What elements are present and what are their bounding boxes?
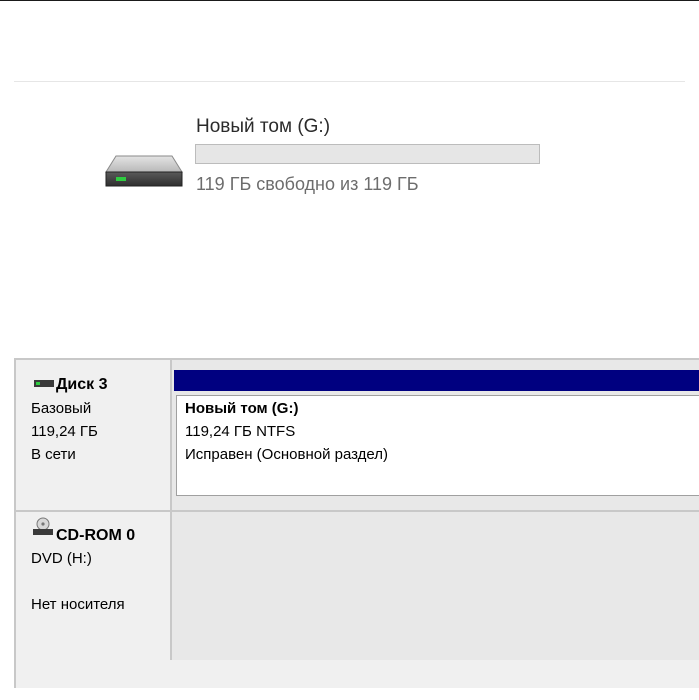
window-top-border [0,0,699,1]
cdrom-label[interactable]: CD-ROM 0 DVD (H:) Нет носителя [16,512,172,660]
disk3-status: В сети [31,446,76,463]
partition-details: 119,24 ГБ NTFS [185,423,296,440]
cdrom-drive: DVD (H:) [31,550,92,567]
disk3-title: Диск 3 [56,376,108,393]
disk3-size: 119,24 ГБ [31,423,98,440]
cdrom-status: Нет носителя [31,596,125,613]
drive-usage-bar [195,144,540,164]
disk3-partition-area: Новый том (G:) 119,24 ГБ NTFS Исправен (… [174,370,699,500]
drive-tile-g[interactable]: Новый том (G:) 119 ГБ свободно из 119 ГБ [100,110,560,210]
partition-g[interactable]: Новый том (G:) 119,24 ГБ NTFS Исправен (… [176,395,699,496]
disk3-label[interactable]: Диск 3 Базовый 119,24 ГБ В сети [16,360,172,510]
cdrom-title: CD-ROM 0 [56,527,136,544]
hard-drive-icon [105,155,183,187]
disk-icon [34,380,54,387]
partition-name: Новый том (G:) [185,400,299,417]
section-divider [14,81,685,82]
bottom-strip [16,660,699,688]
cdrom-empty-area[interactable] [174,512,699,660]
partition-health: Исправен (Основной раздел) [185,446,389,463]
drive-name: Новый том (G:) [196,116,331,137]
drive-free-space: 119 ГБ свободно из 119 ГБ [196,174,419,194]
disk-management-panel: Диск 3 Базовый 119,24 ГБ В сети Новый то… [14,358,699,688]
disk3-type: Базовый [31,400,92,417]
partition-header-bar [174,370,699,391]
cd-drive-icon [33,517,53,535]
